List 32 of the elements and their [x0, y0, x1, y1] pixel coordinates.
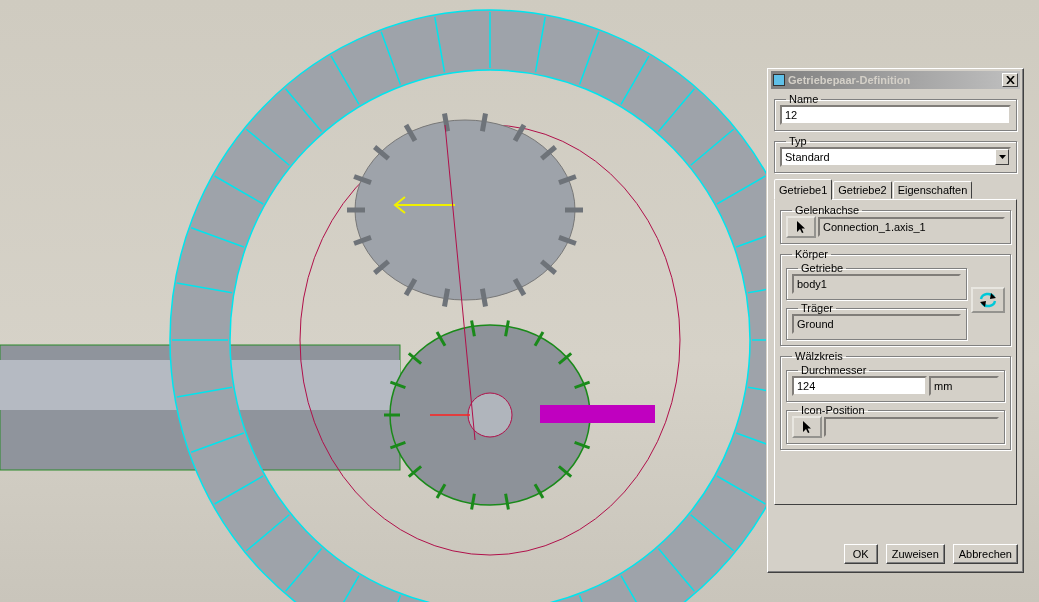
cursor-arrow-icon — [796, 220, 806, 234]
type-dropdown[interactable]: Standard — [780, 147, 1011, 167]
tab[interactable]: Getriebe2 — [833, 181, 892, 199]
group-label: Gelenkachse — [794, 204, 861, 216]
swap-arrows-icon — [978, 291, 998, 309]
unit-field: mm — [929, 376, 999, 396]
name-field[interactable]: 12 — [780, 105, 1011, 125]
tab[interactable]: Getriebe1 — [774, 179, 833, 200]
gear-body-field: body1 — [792, 274, 961, 294]
select-button[interactable] — [786, 216, 816, 238]
carrier-body-field: Ground — [792, 314, 961, 334]
joint-axis-field: Connection_1.axis_1 — [818, 217, 1005, 237]
group-label: Durchmesser — [800, 364, 868, 376]
cursor-arrow-icon — [802, 420, 812, 434]
select-button[interactable] — [792, 416, 822, 438]
group-label: Typ — [788, 135, 808, 147]
window-title: Getriebepaar-Definition — [788, 74, 912, 86]
dialog-button[interactable]: OK — [843, 544, 878, 564]
group-label: Icon-Position — [800, 404, 866, 416]
window-icon — [773, 74, 785, 86]
dialog-button[interactable]: Zuweisen — [885, 544, 945, 564]
diameter-field[interactable]: 124 — [792, 376, 927, 396]
group-label: Getriebe — [800, 262, 845, 274]
group-label: Name — [788, 93, 820, 105]
tab[interactable]: Eigenschaften — [892, 181, 973, 199]
group-label: Träger — [800, 302, 834, 314]
dialog-button[interactable]: Abbrechen — [952, 544, 1018, 564]
close-button[interactable] — [1002, 73, 1018, 87]
close-icon — [1005, 76, 1015, 84]
group-label: Wälzkreis — [794, 350, 844, 362]
swap-button[interactable] — [971, 287, 1005, 313]
group-label: Körper — [794, 248, 830, 260]
